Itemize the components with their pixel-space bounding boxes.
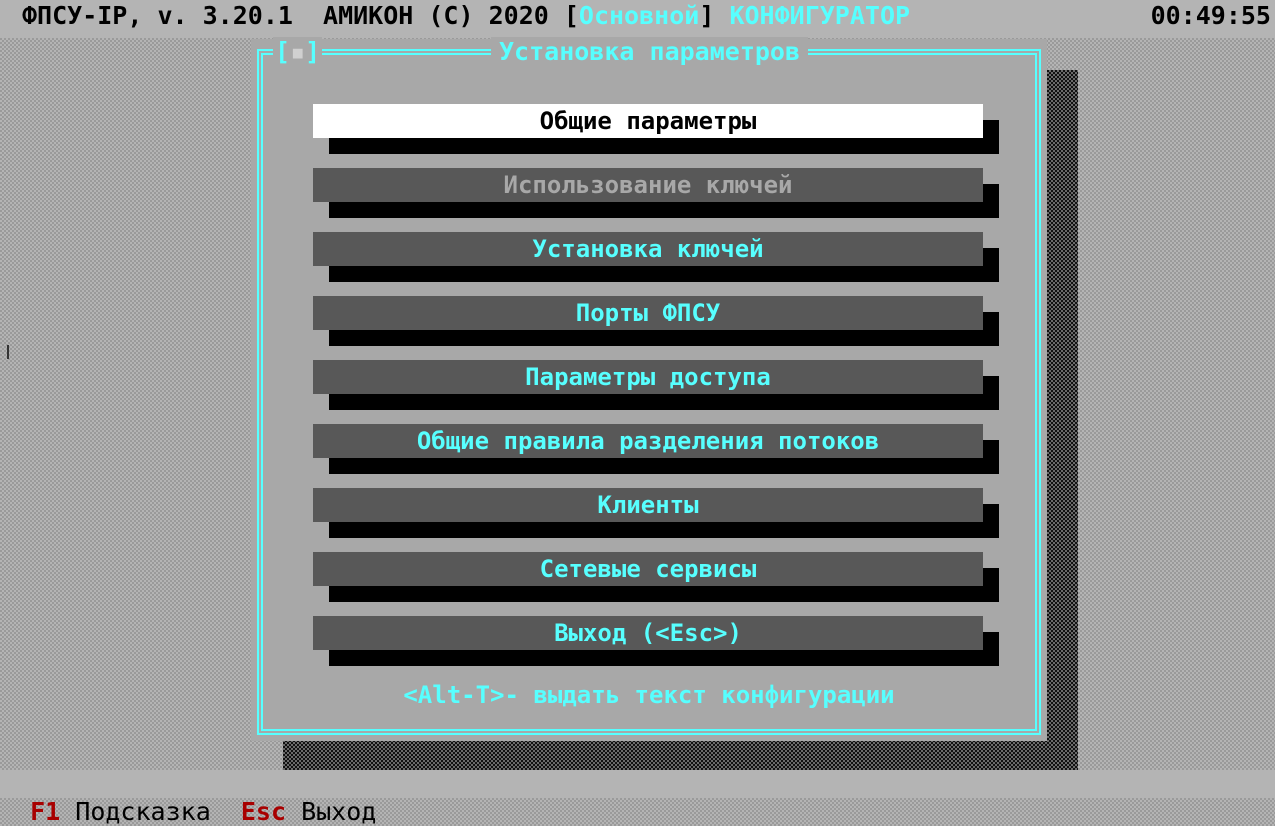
menu-item-network-services[interactable]: Сетевые сервисы (313, 552, 999, 602)
menu-item-label: Использование ключей (313, 168, 983, 202)
esc-exit-hint[interactable]: Esc Выход (241, 797, 376, 826)
f1-key: F1 (30, 797, 61, 826)
menu-item-label: Общие правила разделения потоков (313, 424, 983, 458)
menu-item-flow-rules[interactable]: Общие правила разделения потоков (313, 424, 999, 474)
close-button[interactable]: [▪] (273, 37, 323, 67)
dialog-title: Установка параметров (491, 37, 809, 67)
menu-item-general-params[interactable]: Общие параметры (313, 104, 999, 154)
title-bar: ФПСУ-IP, v. 3.20.1 АМИКОН (C) 2020 [Осно… (0, 0, 1275, 38)
menu-item-exit[interactable]: Выход (<Esc>) (313, 616, 999, 666)
close-bracket-left: [ (275, 37, 291, 66)
configurator-label: КОНФИГУРАТОР (729, 1, 911, 30)
menu-item-ports[interactable]: Порты ФПСУ (313, 296, 999, 346)
menu-item-label: Выход (<Esc>) (313, 616, 983, 650)
close-icon: ▪ (290, 37, 306, 66)
settings-dialog: [▪] Установка параметров Общие параметры… (251, 37, 1047, 741)
menu-item-label: Порты ФПСУ (313, 296, 983, 330)
menu-item-key-install[interactable]: Установка ключей (313, 232, 999, 282)
mode-bracket: ] (699, 1, 715, 30)
menu-item-label: Клиенты (313, 488, 983, 522)
menu-item-clients[interactable]: Клиенты (313, 488, 999, 538)
menu-item-key-usage[interactable]: Использование ключей (313, 168, 999, 218)
close-bracket-right: ] (305, 37, 321, 66)
f1-help-hint[interactable]: F1 Подсказка (30, 797, 211, 826)
clock: 00:49:55 (1150, 1, 1271, 30)
menu-item-label: Установка ключей (313, 232, 983, 266)
mode-label: Основной (578, 1, 700, 30)
menu-item-access-params[interactable]: Параметры доступа (313, 360, 999, 410)
hotkey-hint: <Alt-T>- выдать текст конфигурации (403, 681, 895, 709)
app-title: ФПСУ-IP, v. 3.20.1 АМИКОН (C) 2020 [Осно… (22, 0, 910, 35)
edge-marker (7, 345, 9, 359)
status-bar: F1 Подсказка Esc Выход (0, 770, 1275, 826)
esc-key: Esc (240, 797, 287, 826)
menu-item-label: Общие параметры (313, 104, 983, 138)
app-name: ФПСУ-IP, v. 3.20.1 АМИКОН (C) 2020 [ (22, 1, 579, 30)
esc-label: Выход (301, 797, 377, 826)
menu-item-label: Сетевые сервисы (313, 552, 983, 586)
menu-item-label: Параметры доступа (313, 360, 983, 394)
f1-label: Подсказка (75, 797, 211, 826)
